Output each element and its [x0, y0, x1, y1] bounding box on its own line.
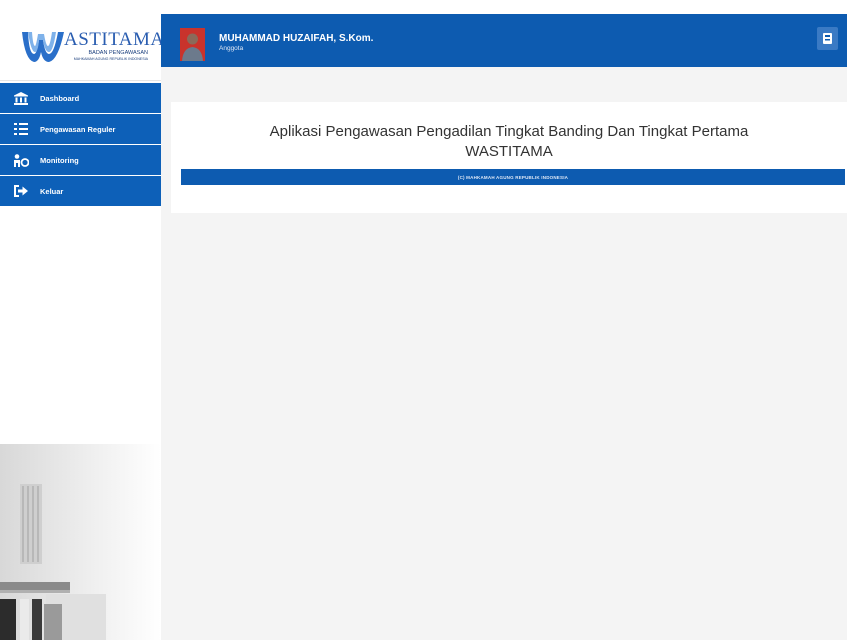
sidebar-item-label: Dashboard [40, 93, 80, 103]
sidebar-item-dashboard[interactable]: Dashboard [0, 83, 161, 113]
logo[interactable]: ASTITAMA BADAN PENGAWASAN MAHKAMAH AGUNG… [0, 14, 161, 81]
sidebar-menu: Dashboard Pengawasan Reguler Monitoring … [0, 83, 161, 207]
user-monitor-icon [11, 153, 31, 167]
sign-out-icon [11, 185, 31, 197]
sidebar-item-monitoring[interactable]: Monitoring [0, 145, 161, 175]
building-image [0, 444, 161, 640]
page-subtitle: WASTITAMA [465, 143, 553, 160]
logo-subtitle: BADAN PENGAWASAN [88, 50, 149, 56]
sidebar: ASTITAMA BADAN PENGAWASAN MAHKAMAH AGUNG… [0, 14, 161, 640]
welcome-card: Aplikasi Pengawasan Pengadilan Tingkat B… [171, 102, 847, 213]
list-icon [11, 123, 31, 135]
contact-card-icon [823, 33, 832, 44]
main-content: Aplikasi Pengawasan Pengadilan Tingkat B… [161, 67, 847, 640]
top-strip [0, 0, 847, 14]
sidebar-item-label: Pengawasan Reguler [40, 124, 116, 134]
user-name: MUHAMMAD HUZAIFAH, S.Kom. [219, 33, 374, 44]
logo-subtitle-small: MAHKAMAH AGUNG REPUBLIK INDONESIA [73, 57, 148, 61]
copyright-text: (C) MAHKAMAH AGUNG REPUBLIK INDONESIA [457, 174, 569, 180]
copyright-bar: (C) MAHKAMAH AGUNG REPUBLIK INDONESIA [181, 169, 845, 185]
user-role: Anggota [219, 45, 244, 52]
sidebar-item-label: Monitoring [40, 155, 79, 165]
avatar[interactable] [180, 28, 205, 61]
sidebar-item-pengawasan-reguler[interactable]: Pengawasan Reguler [0, 114, 161, 144]
contact-card-button[interactable] [817, 27, 838, 50]
page-title: Aplikasi Pengawasan Pengadilan Tingkat B… [269, 123, 749, 140]
logo-mark-icon [22, 32, 64, 62]
sidebar-item-label: Keluar [40, 186, 64, 196]
sidebar-item-keluar[interactable]: Keluar [0, 176, 161, 206]
top-header: MUHAMMAD HUZAIFAH, S.Kom. Anggota [161, 14, 847, 67]
logo-text: ASTITAMA BADAN PENGAWASAN MAHKAMAH AGUNG… [64, 29, 161, 62]
bank-icon [11, 91, 31, 105]
page: ASTITAMA BADAN PENGAWASAN MAHKAMAH AGUNG… [0, 0, 847, 640]
logo-title: ASTITAMA [64, 29, 161, 50]
